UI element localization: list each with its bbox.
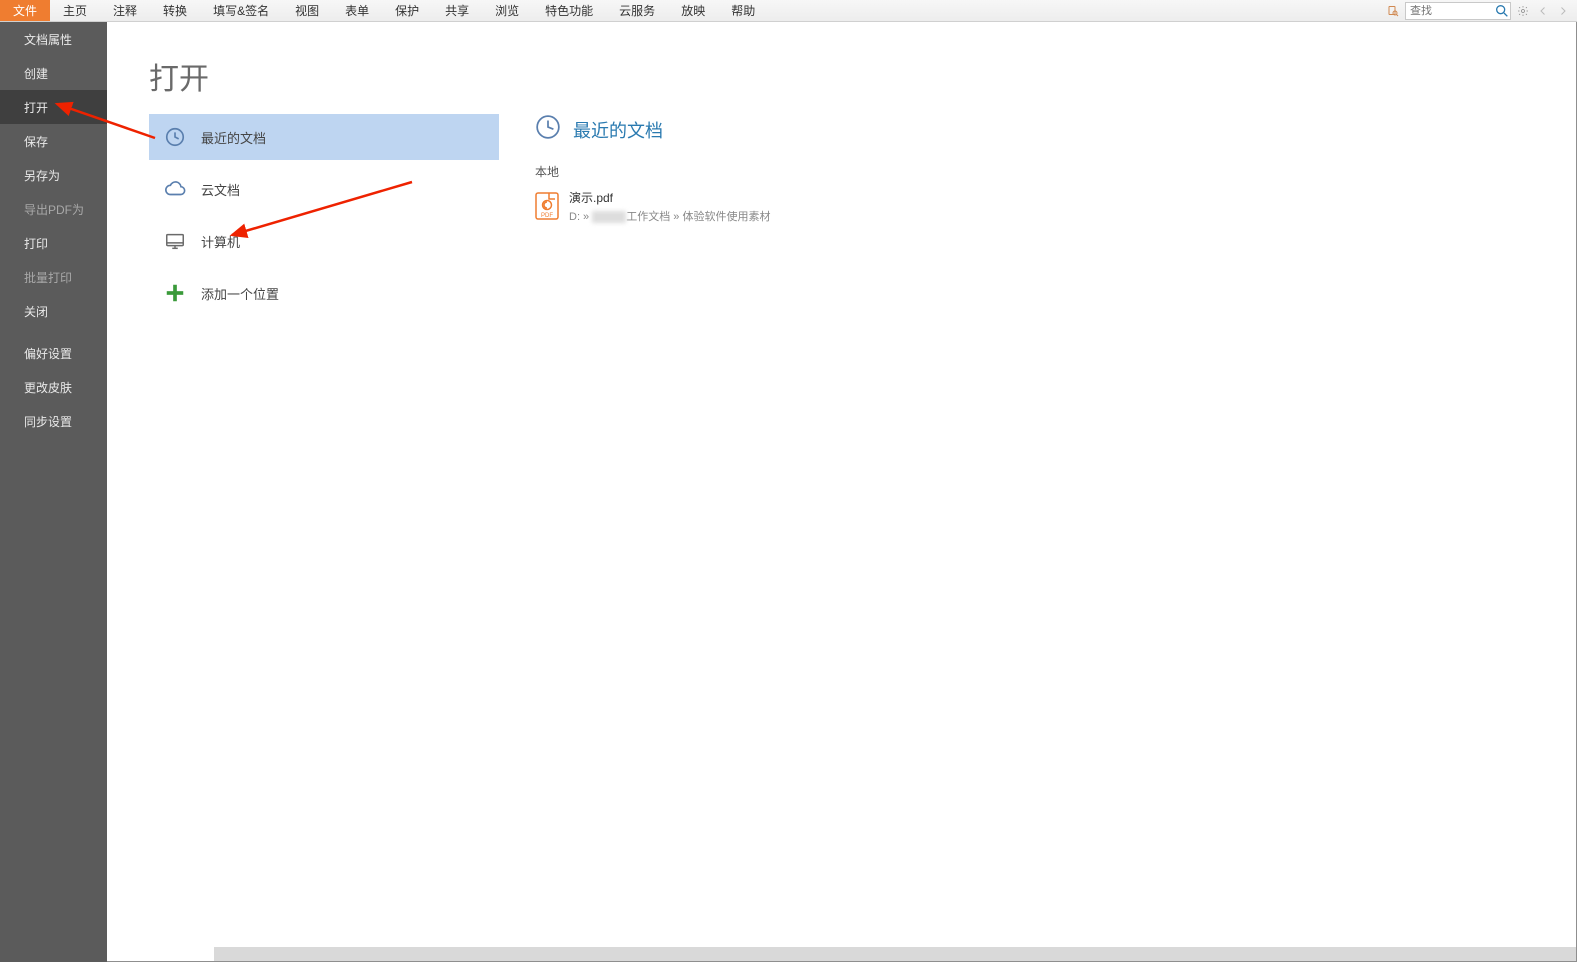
search-input[interactable] [1406,5,1494,17]
sidebar-item-sync-settings[interactable]: 同步设置 [0,404,107,438]
settings-gear-icon[interactable] [1515,3,1531,19]
location-label: 计算机 [201,232,240,251]
recent-documents-header: 最近的文档 [535,114,1556,145]
menu-tab-comment[interactable]: 注释 [100,0,150,21]
sidebar-item-close[interactable]: 关闭 [0,294,107,328]
search-box[interactable] [1405,2,1511,20]
svg-text:PDF: PDF [541,213,553,219]
document-name: 演示.pdf [569,189,770,206]
menu-tab-help[interactable]: 帮助 [718,0,768,21]
sidebar-item-export-pdf[interactable]: 导出PDF为 [0,192,107,226]
sidebar-item-change-skin[interactable]: 更改皮肤 [0,370,107,404]
find-page-icon[interactable] [1385,3,1401,19]
menu-tab-convert[interactable]: 转换 [150,0,200,21]
menu-tab-cloud[interactable]: 云服务 [606,0,668,21]
nav-next-icon[interactable] [1555,3,1571,19]
sidebar-item-create[interactable]: 创建 [0,56,107,90]
cloud-icon [163,177,187,201]
sidebar-item-doc-properties[interactable]: 文档属性 [0,22,107,56]
menu-tab-home[interactable]: 主页 [50,0,100,21]
document-info: 演示.pdf D: » xxxx工作文档 » 体验软件使用素材 [569,189,770,224]
menu-tab-view[interactable]: 视图 [282,0,332,21]
menu-tab-slideshow[interactable]: 放映 [668,0,718,21]
location-label: 添加一个位置 [201,284,279,303]
pdf-file-icon: PDF [535,192,559,220]
menubar-right-controls [1385,0,1577,21]
menu-tab-file[interactable]: 文件 [0,0,50,21]
sidebar-item-print[interactable]: 打印 [0,226,107,260]
menu-tab-fillsign[interactable]: 填写&签名 [200,0,282,21]
location-cloud[interactable]: 云文档 [149,166,499,212]
computer-icon [163,229,187,253]
document-path: D: » xxxx工作文档 » 体验软件使用素材 [569,208,770,224]
menu-tab-share[interactable]: 共享 [432,0,482,21]
open-locations: 最近的文档 云文档 计算机 添加一个位置 [149,114,499,322]
status-bar [214,947,1576,961]
menu-tab-form[interactable]: 表单 [332,0,382,21]
menu-tab-browse[interactable]: 浏览 [482,0,532,21]
sidebar-item-batch-print[interactable]: 批量打印 [0,260,107,294]
menu-tab-features[interactable]: 特色功能 [532,0,606,21]
file-sidebar: 文档属性 创建 打开 保存 另存为 导出PDF为 打印 批量打印 关闭 偏好设置… [0,22,107,962]
recent-documents-panel: 最近的文档 本地 PDF 演示.pdf D: » xxxx工作文档 » 体验软件… [535,114,1556,226]
location-label: 云文档 [201,180,240,199]
clock-icon [163,125,187,149]
main-panel: 打开 最近的文档 云文档 计算机 添加一个位置 [107,22,1577,962]
clock-icon [535,114,561,145]
menubar: 文件 主页 注释 转换 填写&签名 视图 表单 保护 共享 浏览 特色功能 云服… [0,0,1577,22]
location-label: 最近的文档 [201,128,266,147]
sidebar-item-save[interactable]: 保存 [0,124,107,158]
nav-prev-icon[interactable] [1535,3,1551,19]
menu-tab-protect[interactable]: 保护 [382,0,432,21]
sidebar-item-open[interactable]: 打开 [0,90,107,124]
plus-icon [163,281,187,305]
section-title: 最近的文档 [573,117,663,143]
sidebar-item-preferences[interactable]: 偏好设置 [0,336,107,370]
page-title: 打开 [149,54,209,98]
local-group-label: 本地 [535,163,1556,180]
location-computer[interactable]: 计算机 [149,218,499,264]
location-add-place[interactable]: 添加一个位置 [149,270,499,316]
sidebar-item-saveas[interactable]: 另存为 [0,158,107,192]
search-icon[interactable] [1494,3,1510,19]
location-recent[interactable]: 最近的文档 [149,114,499,160]
recent-document-row[interactable]: PDF 演示.pdf D: » xxxx工作文档 » 体验软件使用素材 [535,186,1556,226]
